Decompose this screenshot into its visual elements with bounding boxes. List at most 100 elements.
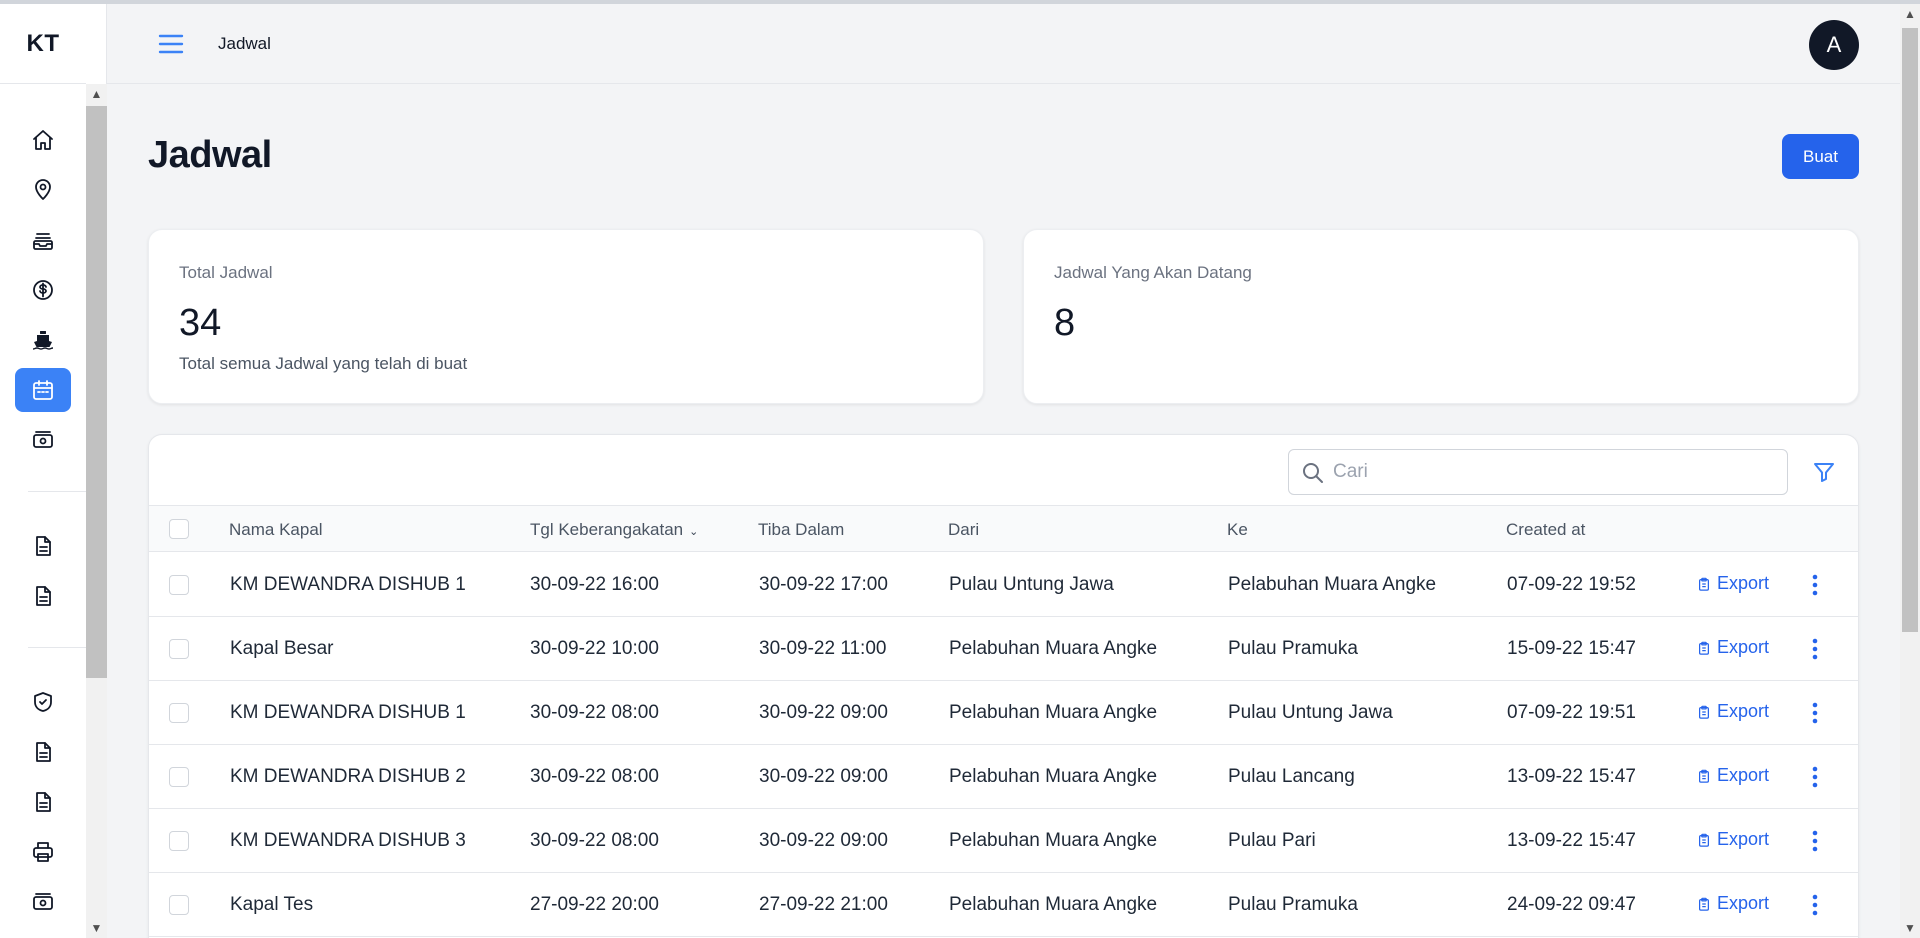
sidebar-scrollbar[interactable]: ▲ ▼	[86, 84, 107, 938]
sidebar-item-cash[interactable]	[15, 880, 71, 924]
create-button[interactable]: Buat	[1782, 134, 1859, 179]
clipboard-icon	[1699, 705, 1709, 719]
scroll-up-arrow-icon[interactable]: ▲	[1900, 4, 1920, 24]
row-checkbox[interactable]	[169, 895, 189, 915]
hamburger-menu-button[interactable]	[157, 30, 185, 58]
clipboard-icon	[1699, 641, 1709, 655]
export-label: Export	[1717, 637, 1770, 657]
export-label: Export	[1717, 701, 1770, 721]
sort-chevron-down-icon: ⌄	[689, 526, 699, 538]
cell-nama-kapal: KM DEWANDRA DISHUB 1	[230, 702, 466, 723]
cell-tgl-keberangkatan: 30-09-22 08:00	[530, 766, 659, 787]
row-checkbox[interactable]	[169, 639, 189, 659]
row-actions-button[interactable]	[1801, 763, 1829, 791]
sidebar-item-payments[interactable]	[15, 418, 71, 462]
sidebar-divider	[28, 491, 86, 492]
kebab-menu-icon	[1812, 830, 1818, 852]
select-all-checkbox[interactable]	[169, 519, 189, 539]
brand-logo[interactable]: KT	[0, 4, 86, 84]
sidebar-scroll-thumb[interactable]	[86, 106, 107, 678]
sidebar-item-home[interactable]	[15, 118, 71, 162]
row-actions-button[interactable]	[1801, 571, 1829, 599]
column-header-tiba-dalam[interactable]: Tiba Dalam	[758, 520, 844, 540]
cell-tiba-dalam: 27-09-22 21:00	[759, 894, 888, 915]
scroll-down-arrow-icon[interactable]: ▼	[1900, 918, 1920, 938]
sidebar-item-ships[interactable]	[15, 318, 71, 362]
cell-ke: Pulau Lancang	[1228, 766, 1355, 787]
row-checkbox[interactable]	[169, 767, 189, 787]
search-box[interactable]	[1288, 449, 1788, 495]
clipboard-icon	[1699, 769, 1709, 783]
sidebar-item-print[interactable]	[15, 830, 71, 874]
sidebar-item-security[interactable]	[15, 680, 71, 724]
stat-label: Total Jadwal	[179, 263, 273, 282]
cell-dari: Pelabuhan Muara Angke	[949, 638, 1158, 659]
kebab-menu-icon	[1812, 574, 1818, 596]
row-actions-button[interactable]	[1801, 827, 1829, 855]
sidebar-item-report-4[interactable]	[15, 780, 71, 824]
sidebar-item-locations[interactable]	[15, 168, 71, 212]
sidebar-item-report-2[interactable]	[15, 574, 71, 618]
column-header-nama-kapal[interactable]: Nama Kapal	[229, 520, 323, 540]
cell-dari: Pelabuhan Muara Angke	[949, 702, 1158, 723]
schedule-table-card: Nama Kapal Tgl Keberangakatan ⌄ Tiba Dala…	[148, 434, 1859, 938]
table-header: Nama Kapal Tgl Keberangakatan ⌄ Tiba Dala…	[149, 505, 1858, 552]
inbox-stack-icon	[33, 233, 53, 250]
export-button[interactable]: Export	[1697, 829, 1769, 850]
export-button[interactable]: Export	[1697, 893, 1769, 914]
row-actions-button[interactable]	[1801, 699, 1829, 727]
column-header-dari[interactable]: Dari	[948, 520, 979, 540]
cell-tiba-dalam: 30-09-22 09:00	[759, 766, 888, 787]
sidebar-divider	[28, 647, 86, 648]
column-header-tgl-keberangkatan[interactable]: Tgl Keberangakatan ⌄	[530, 520, 698, 540]
sidebar-item-finance[interactable]	[15, 268, 71, 312]
cell-created-at: 13-09-22 15:47	[1507, 830, 1636, 851]
table-row[interactable]: KM DEWANDRA DISHUB 1 30-09-22 08:00 30-09-…	[149, 681, 1858, 745]
page-scroll-thumb[interactable]	[1902, 28, 1918, 632]
column-header-created-at[interactable]: Created at	[1506, 520, 1585, 540]
sidebar-item-report-3[interactable]	[15, 730, 71, 774]
row-checkbox[interactable]	[169, 831, 189, 851]
calendar-icon	[33, 380, 53, 400]
sidebar-item-jadwal[interactable]	[15, 368, 71, 412]
sidebar-item-report-1[interactable]	[15, 524, 71, 568]
clipboard-icon	[1699, 897, 1709, 911]
kebab-menu-icon	[1812, 894, 1818, 916]
filter-icon	[1814, 463, 1834, 482]
table-row[interactable]: Kapal Besar 30-09-22 10:00 30-09-22 11:00 P…	[149, 617, 1858, 681]
sidebar-item-inbox[interactable]	[15, 218, 71, 262]
column-header-ke[interactable]: Ke	[1227, 520, 1248, 540]
cell-dari: Pelabuhan Muara Angke	[949, 894, 1158, 915]
search-input[interactable]	[1333, 458, 1773, 486]
cell-created-at: 07-09-22 19:51	[1507, 702, 1636, 723]
cell-ke: Pulau Pari	[1228, 830, 1316, 851]
row-checkbox[interactable]	[169, 703, 189, 723]
table-row[interactable]: KM DEWANDRA DISHUB 2 30-09-22 08:00 30-09-…	[149, 745, 1858, 809]
scroll-up-arrow-icon[interactable]: ▲	[86, 84, 107, 104]
dollar-circle-icon	[33, 280, 53, 300]
stat-label: Jadwal Yang Akan Datang	[1054, 263, 1252, 282]
cell-created-at: 24-09-22 09:47	[1507, 894, 1636, 915]
export-button[interactable]: Export	[1697, 573, 1769, 594]
cell-tgl-keberangkatan: 30-09-22 08:00	[530, 830, 659, 851]
cell-nama-kapal: KM DEWANDRA DISHUB 3	[230, 830, 466, 851]
page-scrollbar[interactable]: ▲ ▼	[1900, 4, 1920, 938]
export-button[interactable]: Export	[1697, 637, 1769, 658]
table-row[interactable]: KM DEWANDRA DISHUB 3 30-09-22 08:00 30-09-…	[149, 809, 1858, 873]
export-button[interactable]: Export	[1697, 701, 1769, 722]
cell-nama-kapal: KM DEWANDRA DISHUB 2	[230, 766, 466, 787]
export-button[interactable]: Export	[1697, 765, 1769, 786]
row-actions-button[interactable]	[1801, 891, 1829, 919]
cell-tiba-dalam: 30-09-22 17:00	[759, 574, 888, 595]
row-checkbox[interactable]	[169, 575, 189, 595]
stat-description: Total semua Jadwal yang telah di buat	[179, 354, 468, 373]
table-row[interactable]: Kapal Tes 27-09-22 20:00 27-09-22 21:00 Pel…	[149, 873, 1858, 937]
scroll-down-arrow-icon[interactable]: ▼	[86, 918, 107, 938]
home-icon	[33, 130, 53, 150]
table-row[interactable]: KM DEWANDRA DISHUB 1 30-09-22 16:00 30-09-…	[149, 553, 1858, 617]
row-actions-button[interactable]	[1801, 635, 1829, 663]
cell-tgl-keberangkatan: 27-09-22 20:00	[530, 894, 659, 915]
page-title: Jadwal	[148, 134, 272, 176]
filter-button[interactable]	[1809, 457, 1839, 487]
avatar[interactable]: A	[1809, 20, 1859, 70]
